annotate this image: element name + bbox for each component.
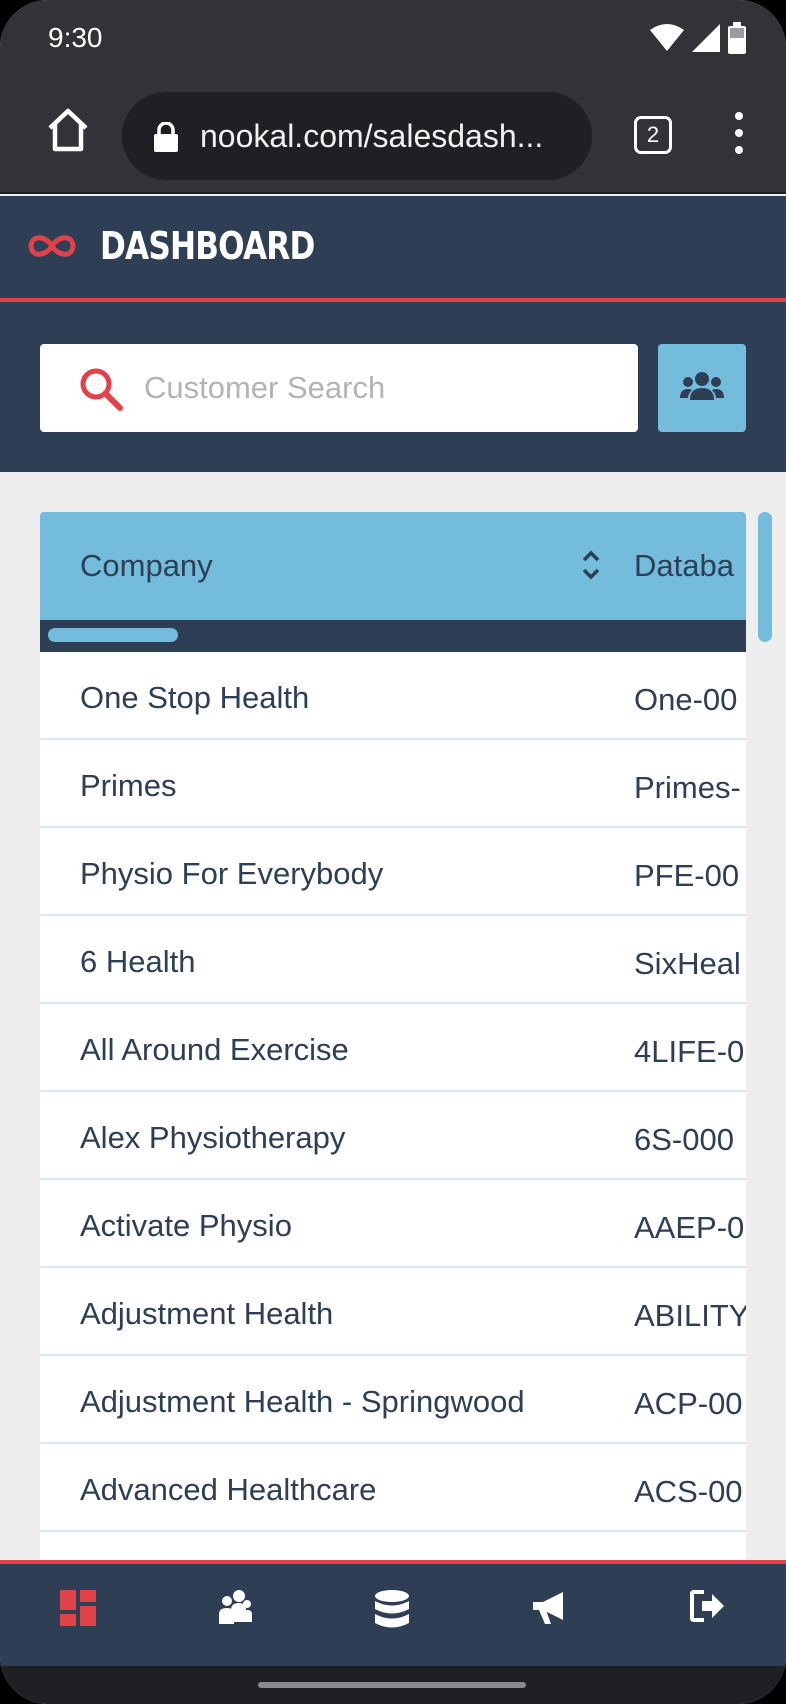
database-icon	[375, 1590, 409, 1628]
cell-company: Physio For Everybody	[80, 856, 384, 891]
users-icon	[680, 372, 724, 400]
cell-database: PFE-00	[634, 858, 740, 893]
status-icons	[650, 22, 746, 54]
horizontal-scroll-thumb[interactable]	[48, 628, 178, 642]
nav-customers[interactable]	[206, 1590, 262, 1640]
cell-company: 6 Health	[80, 944, 196, 979]
horizontal-scrollbar[interactable]	[40, 620, 746, 652]
table-body: One Stop Health One-00 Primes Primes- Ph…	[40, 652, 746, 1532]
browser-menu-icon[interactable]	[728, 112, 750, 158]
cell-database: SixHeal	[634, 946, 741, 981]
vertical-scrollbar[interactable]	[758, 512, 772, 642]
home-icon[interactable]	[44, 106, 92, 154]
sort-icon[interactable]	[580, 548, 602, 582]
customer-search-input[interactable]	[144, 362, 614, 414]
search-panel	[0, 302, 786, 472]
table-row[interactable]: Advanced Healthcare ACS-00	[40, 1444, 746, 1532]
home-gesture-pill[interactable]	[258, 1682, 526, 1688]
gesture-bar	[0, 1666, 786, 1704]
customers-icon	[219, 1590, 252, 1624]
nav-logout[interactable]	[680, 1590, 736, 1640]
search-box	[40, 344, 638, 432]
table-header: Company Databa	[40, 512, 746, 620]
column-header-database[interactable]: Databa	[634, 548, 734, 584]
table-row[interactable]: All Around Exercise 4LIFE-0	[40, 1004, 746, 1092]
cell-company: Primes	[80, 768, 177, 803]
cell-database: AAEP-0	[634, 1210, 745, 1245]
table-row[interactable]: Primes Primes-	[40, 740, 746, 828]
cell-company: Activate Physio	[80, 1208, 292, 1243]
status-bar: 9:30	[0, 0, 786, 76]
nav-campaigns[interactable]	[522, 1590, 578, 1640]
table-row[interactable]: Adjustment Health ABILITY	[40, 1268, 746, 1356]
cell-company: One Stop Health	[80, 680, 310, 715]
nav-database[interactable]	[364, 1590, 420, 1640]
page-title: DASHBOARD	[100, 224, 315, 268]
table-row[interactable]: Activate Physio AAEP-0	[40, 1180, 746, 1268]
cell-company: All Around Exercise	[80, 1032, 349, 1067]
cell-company: Alex Physiotherapy	[80, 1120, 346, 1155]
tabs-button[interactable]: 2	[634, 116, 672, 154]
search-icon	[80, 368, 123, 411]
table-row[interactable]: Alex Physiotherapy 6S-000	[40, 1092, 746, 1180]
table-row[interactable]: Adjustment Health - Springwood ACP-00	[40, 1356, 746, 1444]
nav-dashboard[interactable]	[50, 1590, 106, 1640]
cell-database: Primes-	[634, 770, 741, 805]
customer-table: Company Databa One Stop Health One-00 Pr…	[40, 512, 746, 1560]
phone-screen: 9:30 nookal.com/salesdash... 2 DASHBOARD	[0, 0, 786, 1704]
battery-icon	[728, 22, 746, 54]
customers-button[interactable]	[658, 344, 746, 432]
table-row[interactable]: One Stop Health One-00	[40, 652, 746, 740]
signal-icon	[692, 24, 720, 52]
megaphone-icon	[533, 1592, 563, 1624]
url-bar[interactable]: nookal.com/salesdash...	[122, 92, 592, 180]
bottom-nav	[0, 1560, 786, 1666]
browser-toolbar: nookal.com/salesdash... 2	[0, 76, 786, 194]
table-row[interactable]: 6 Health SixHeal	[40, 916, 746, 1004]
cell-database: 6S-000	[634, 1122, 734, 1157]
table-row[interactable]: Physio For Everybody PFE-00	[40, 828, 746, 916]
cell-database: 4LIFE-0	[634, 1034, 745, 1069]
cell-database: ABILITY	[634, 1298, 746, 1333]
cell-database: ACS-00	[634, 1474, 743, 1509]
app-header: DASHBOARD	[0, 196, 786, 302]
wifi-icon	[650, 24, 684, 51]
status-time: 9:30	[48, 22, 103, 53]
logout-icon	[690, 1590, 724, 1622]
cell-company: Advanced Healthcare	[80, 1472, 377, 1507]
lock-icon	[154, 122, 178, 152]
cell-database: One-00	[634, 682, 738, 717]
cell-company: Adjustment Health	[80, 1296, 334, 1331]
dashboard-icon	[60, 1590, 96, 1626]
cell-company: Adjustment Health - Springwood	[80, 1384, 525, 1419]
url-text: nookal.com/salesdash...	[200, 118, 544, 154]
infinity-logo-icon	[28, 235, 76, 257]
cell-database: ACP-00	[634, 1386, 743, 1421]
column-header-company[interactable]: Company	[80, 548, 213, 584]
